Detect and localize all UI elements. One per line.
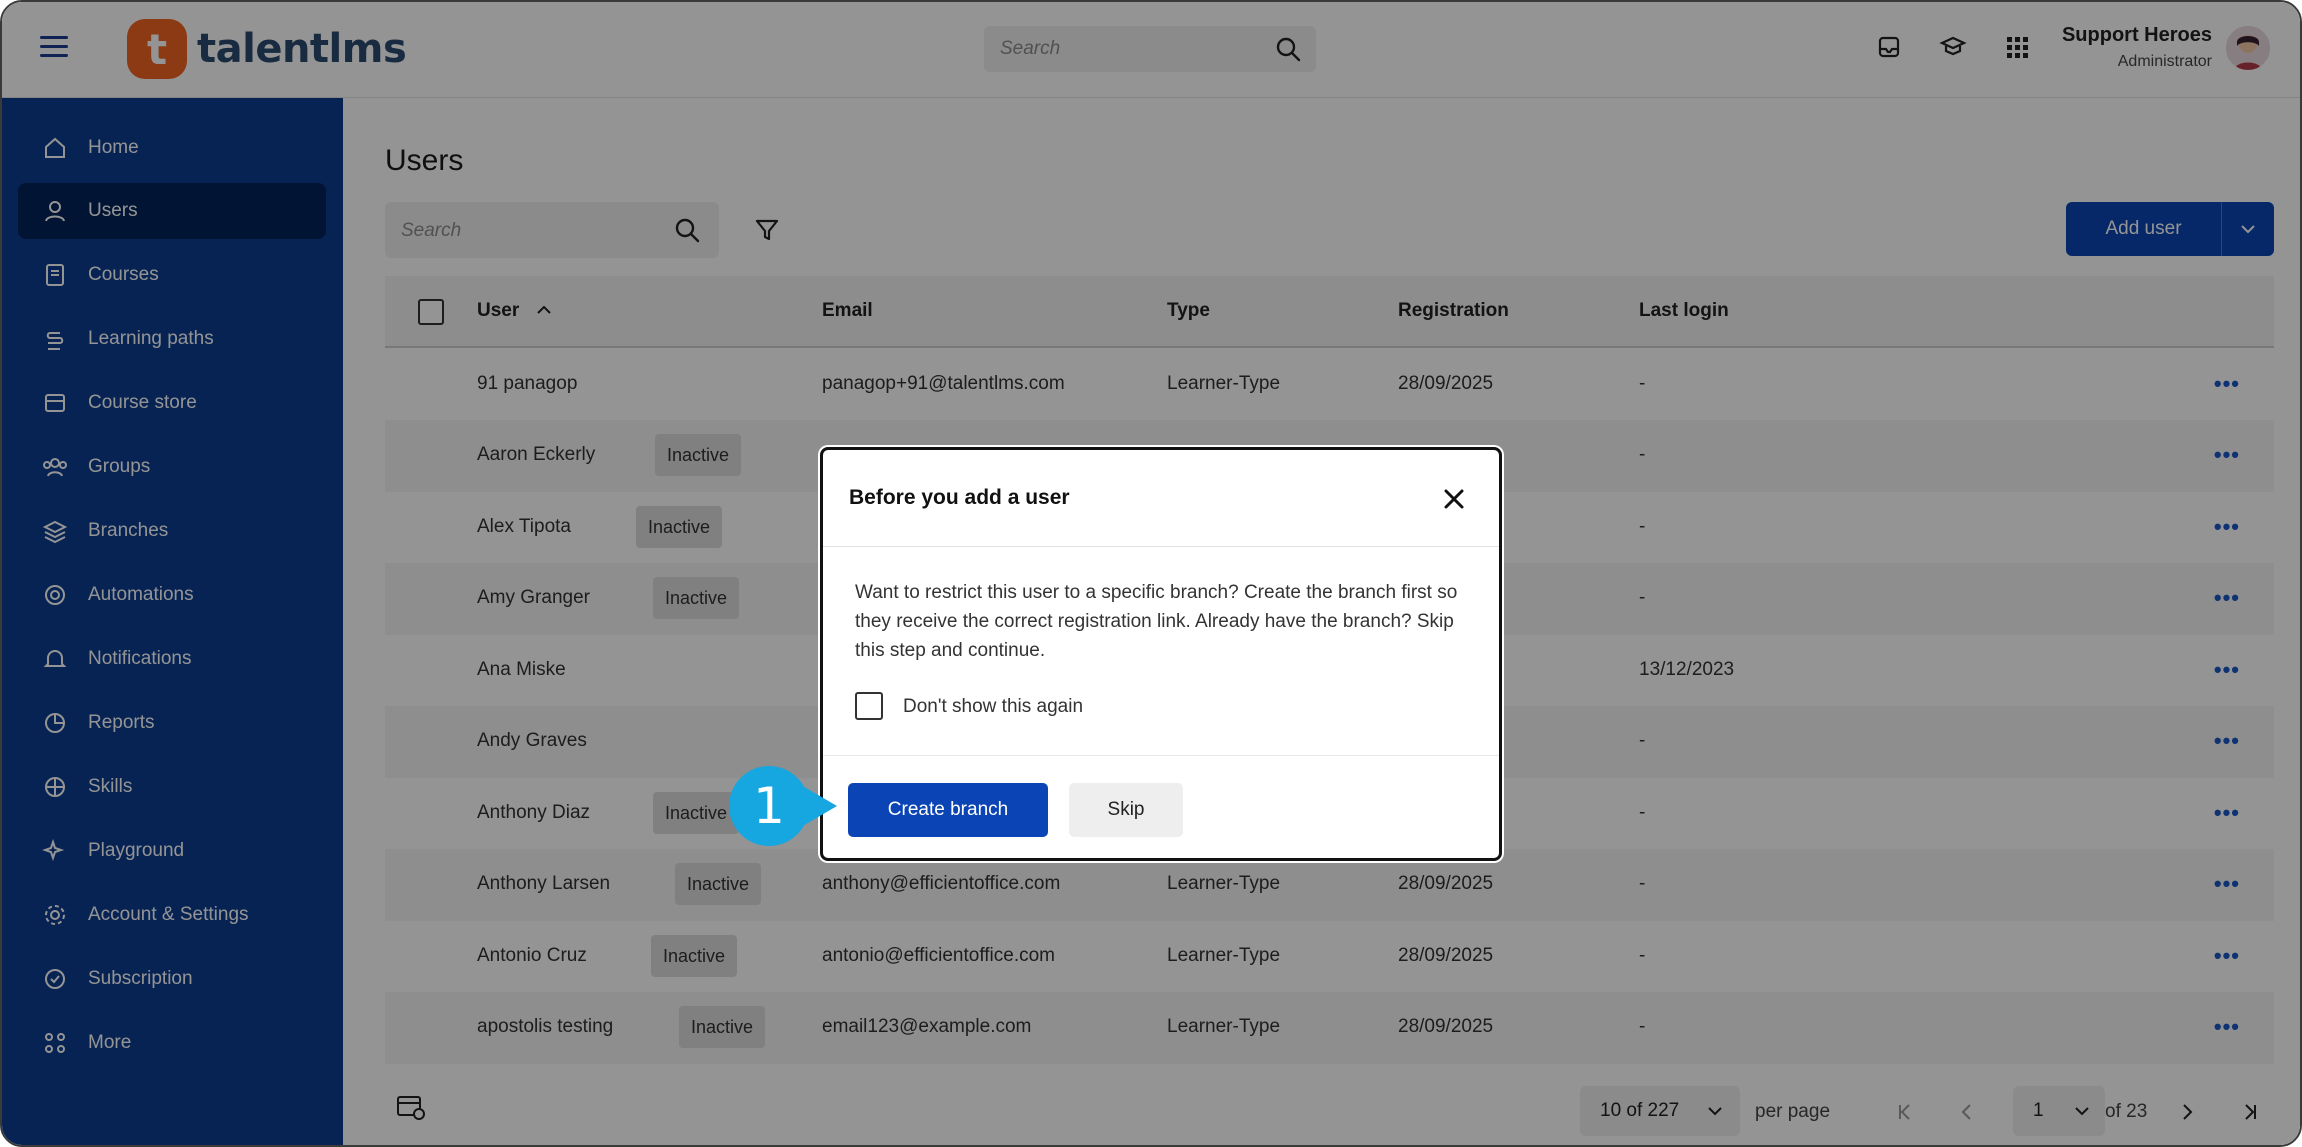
app-window: t talentlms Search Support Heroes Admini… [0, 0, 2302, 1147]
dialog-divider [823, 755, 1499, 756]
close-icon[interactable] [1443, 488, 1465, 510]
before-add-user-dialog: Before you add a user Want to restrict t… [820, 447, 1502, 861]
skip-button[interactable]: Skip [1069, 783, 1183, 837]
dialog-message: Want to restrict this user to a specific… [855, 582, 1458, 661]
dont-show-again-label[interactable]: Don't show this again [903, 696, 1083, 718]
dont-show-again-checkbox[interactable] [855, 692, 883, 720]
step-callout: 1 [729, 766, 849, 846]
dialog-divider [823, 546, 1499, 547]
step-number: 1 [729, 766, 809, 846]
create-branch-button[interactable]: Create branch [848, 783, 1048, 837]
dialog-title: Before you add a user [849, 486, 1070, 509]
